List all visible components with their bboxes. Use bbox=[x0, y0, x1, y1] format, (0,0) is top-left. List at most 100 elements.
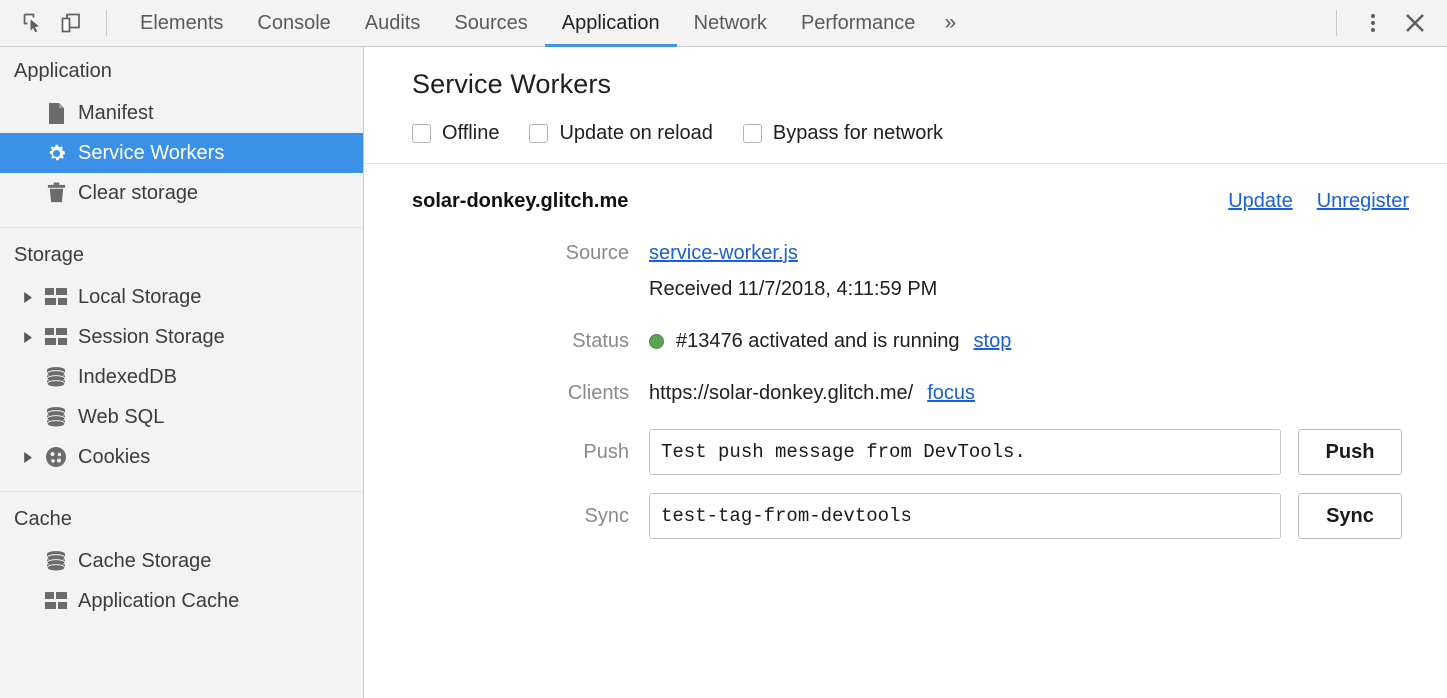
toolbar-divider-right bbox=[1336, 10, 1337, 36]
sidebar-item-web-sql[interactable]: Web SQL bbox=[0, 397, 363, 437]
tab-console[interactable]: Console bbox=[240, 0, 347, 47]
sidebar-item-label: Cookies bbox=[78, 446, 150, 469]
status-row: Status #13476 activated and is running s… bbox=[364, 323, 1447, 359]
inspect-element-icon[interactable] bbox=[14, 4, 52, 42]
database-glyph bbox=[45, 407, 67, 428]
checkbox-bypass-for-network[interactable]: Bypass for network bbox=[743, 122, 943, 145]
checkbox-box[interactable] bbox=[412, 124, 431, 143]
kebab-menu-icon[interactable] bbox=[1353, 3, 1393, 43]
inspect-element-glyph bbox=[21, 11, 45, 35]
sync-label: Sync bbox=[364, 493, 649, 539]
close-glyph bbox=[1402, 10, 1428, 36]
gear-glyph bbox=[45, 142, 68, 165]
checkbox-box[interactable] bbox=[529, 124, 548, 143]
status-text: #13476 activated and is running bbox=[676, 323, 960, 359]
sidebar-item-cache-storage[interactable]: Cache Storage bbox=[0, 541, 363, 581]
sidebar-item-local-storage[interactable]: Local Storage bbox=[0, 277, 363, 317]
checkbox-offline[interactable]: Offline bbox=[412, 122, 499, 145]
database-icon bbox=[42, 367, 70, 388]
tab-label: Application bbox=[562, 12, 660, 35]
push-input[interactable] bbox=[649, 429, 1281, 475]
client-url: https://solar-donkey.glitch.me/ bbox=[649, 375, 913, 411]
push-label: Push bbox=[364, 429, 649, 475]
sidebar-item-clear-storage[interactable]: Clear storage bbox=[0, 173, 363, 213]
sidebar-section-title: Application bbox=[0, 47, 363, 93]
device-toolbar-glyph bbox=[59, 11, 83, 35]
sync-row: Sync Sync bbox=[364, 493, 1447, 539]
received-row: Received 11/7/2018, 4:11:59 PM bbox=[364, 271, 1447, 307]
sidebar-item-label: Clear storage bbox=[78, 182, 198, 205]
update-button[interactable]: Update bbox=[1228, 190, 1293, 213]
tab-audits[interactable]: Audits bbox=[348, 0, 438, 47]
sidebar-section-title: Cache bbox=[0, 506, 363, 541]
table-glyph bbox=[45, 328, 67, 346]
document-glyph bbox=[46, 102, 67, 125]
checkbox-label: Bypass for network bbox=[773, 122, 943, 145]
push-row: Push Push bbox=[364, 429, 1447, 475]
status-indicator-icon bbox=[649, 334, 664, 349]
tab-sources[interactable]: Sources bbox=[437, 0, 544, 47]
sync-controls: Sync bbox=[649, 493, 1402, 539]
received-value: Received 11/7/2018, 4:11:59 PM bbox=[649, 271, 937, 307]
tab-label: Console bbox=[257, 12, 330, 35]
tab-application[interactable]: Application bbox=[545, 0, 677, 47]
service-worker-registration: solar-donkey.glitch.me Update Unregister… bbox=[364, 164, 1447, 539]
device-toolbar-icon[interactable] bbox=[52, 4, 90, 42]
sidebar-item-label: Web SQL bbox=[78, 406, 164, 429]
registration-actions: Update Unregister bbox=[1228, 190, 1409, 213]
checkbox-box[interactable] bbox=[743, 124, 762, 143]
sidebar-item-manifest[interactable]: Manifest bbox=[0, 93, 363, 133]
focus-button[interactable]: focus bbox=[927, 375, 975, 411]
sync-input[interactable] bbox=[649, 493, 1281, 539]
registration-details: Source service-worker.js Received 11/7/2… bbox=[364, 235, 1447, 539]
sidebar-item-application-cache[interactable]: Application Cache bbox=[0, 581, 363, 621]
sidebar-item-label: Manifest bbox=[78, 102, 154, 125]
chevron-right-icon[interactable] bbox=[22, 292, 42, 303]
toolbar-right-controls bbox=[1320, 0, 1447, 47]
chevron-right-icon[interactable] bbox=[22, 332, 42, 343]
checkbox-update-on-reload[interactable]: Update on reload bbox=[529, 122, 712, 145]
tab-label: Sources bbox=[454, 12, 527, 35]
sidebar-item-cookies[interactable]: Cookies bbox=[0, 437, 363, 477]
trash-glyph bbox=[46, 182, 67, 205]
tab-performance[interactable]: Performance bbox=[784, 0, 933, 47]
table-icon bbox=[42, 592, 70, 610]
unregister-button[interactable]: Unregister bbox=[1317, 190, 1409, 213]
more-tabs-icon[interactable]: » bbox=[932, 0, 968, 47]
status-value: #13476 activated and is running stop bbox=[649, 323, 1011, 359]
checkbox-label: Update on reload bbox=[559, 122, 712, 145]
push-button[interactable]: Push bbox=[1298, 429, 1402, 475]
sidebar-item-session-storage[interactable]: Session Storage bbox=[0, 317, 363, 357]
chevron-right-icon[interactable] bbox=[22, 452, 42, 463]
devtools-body: Application Manifest bbox=[0, 47, 1447, 698]
source-file-link[interactable]: service-worker.js bbox=[649, 235, 798, 271]
close-icon[interactable] bbox=[1393, 1, 1437, 45]
service-worker-options: Offline Update on reload Bypass for netw… bbox=[364, 100, 1447, 163]
sidebar-item-indexeddb[interactable]: IndexedDB bbox=[0, 357, 363, 397]
stop-button[interactable]: stop bbox=[974, 323, 1012, 359]
tab-elements[interactable]: Elements bbox=[123, 0, 240, 47]
tab-network[interactable]: Network bbox=[677, 0, 784, 47]
tab-label: Audits bbox=[365, 12, 421, 35]
sidebar-item-label: Session Storage bbox=[78, 326, 225, 349]
cookie-icon bbox=[42, 446, 70, 468]
sync-button[interactable]: Sync bbox=[1298, 493, 1402, 539]
sidebar-item-label: Application Cache bbox=[78, 590, 239, 613]
push-controls: Push bbox=[649, 429, 1402, 475]
twisty-glyph bbox=[22, 452, 33, 463]
toolbar-divider-left bbox=[106, 10, 107, 36]
kebab-dot bbox=[1371, 28, 1375, 32]
tab-label: Performance bbox=[801, 12, 916, 35]
clients-row: Clients https://solar-donkey.glitch.me/ … bbox=[364, 375, 1447, 411]
sidebar-item-label: Local Storage bbox=[78, 286, 201, 309]
sidebar-section-cache: Cache Cache Stor bbox=[0, 491, 363, 635]
clients-value: https://solar-donkey.glitch.me/ focus bbox=[649, 375, 975, 411]
application-sidebar: Application Manifest bbox=[0, 47, 364, 698]
devtools-window: Elements Console Audits Sources Applicat… bbox=[0, 0, 1447, 698]
tab-label: Network bbox=[694, 12, 767, 35]
table-glyph bbox=[45, 592, 67, 610]
status-label: Status bbox=[364, 323, 649, 359]
database-glyph bbox=[45, 551, 67, 572]
sidebar-item-service-workers[interactable]: Service Workers bbox=[0, 133, 363, 173]
sidebar-section-title: Storage bbox=[0, 242, 363, 277]
